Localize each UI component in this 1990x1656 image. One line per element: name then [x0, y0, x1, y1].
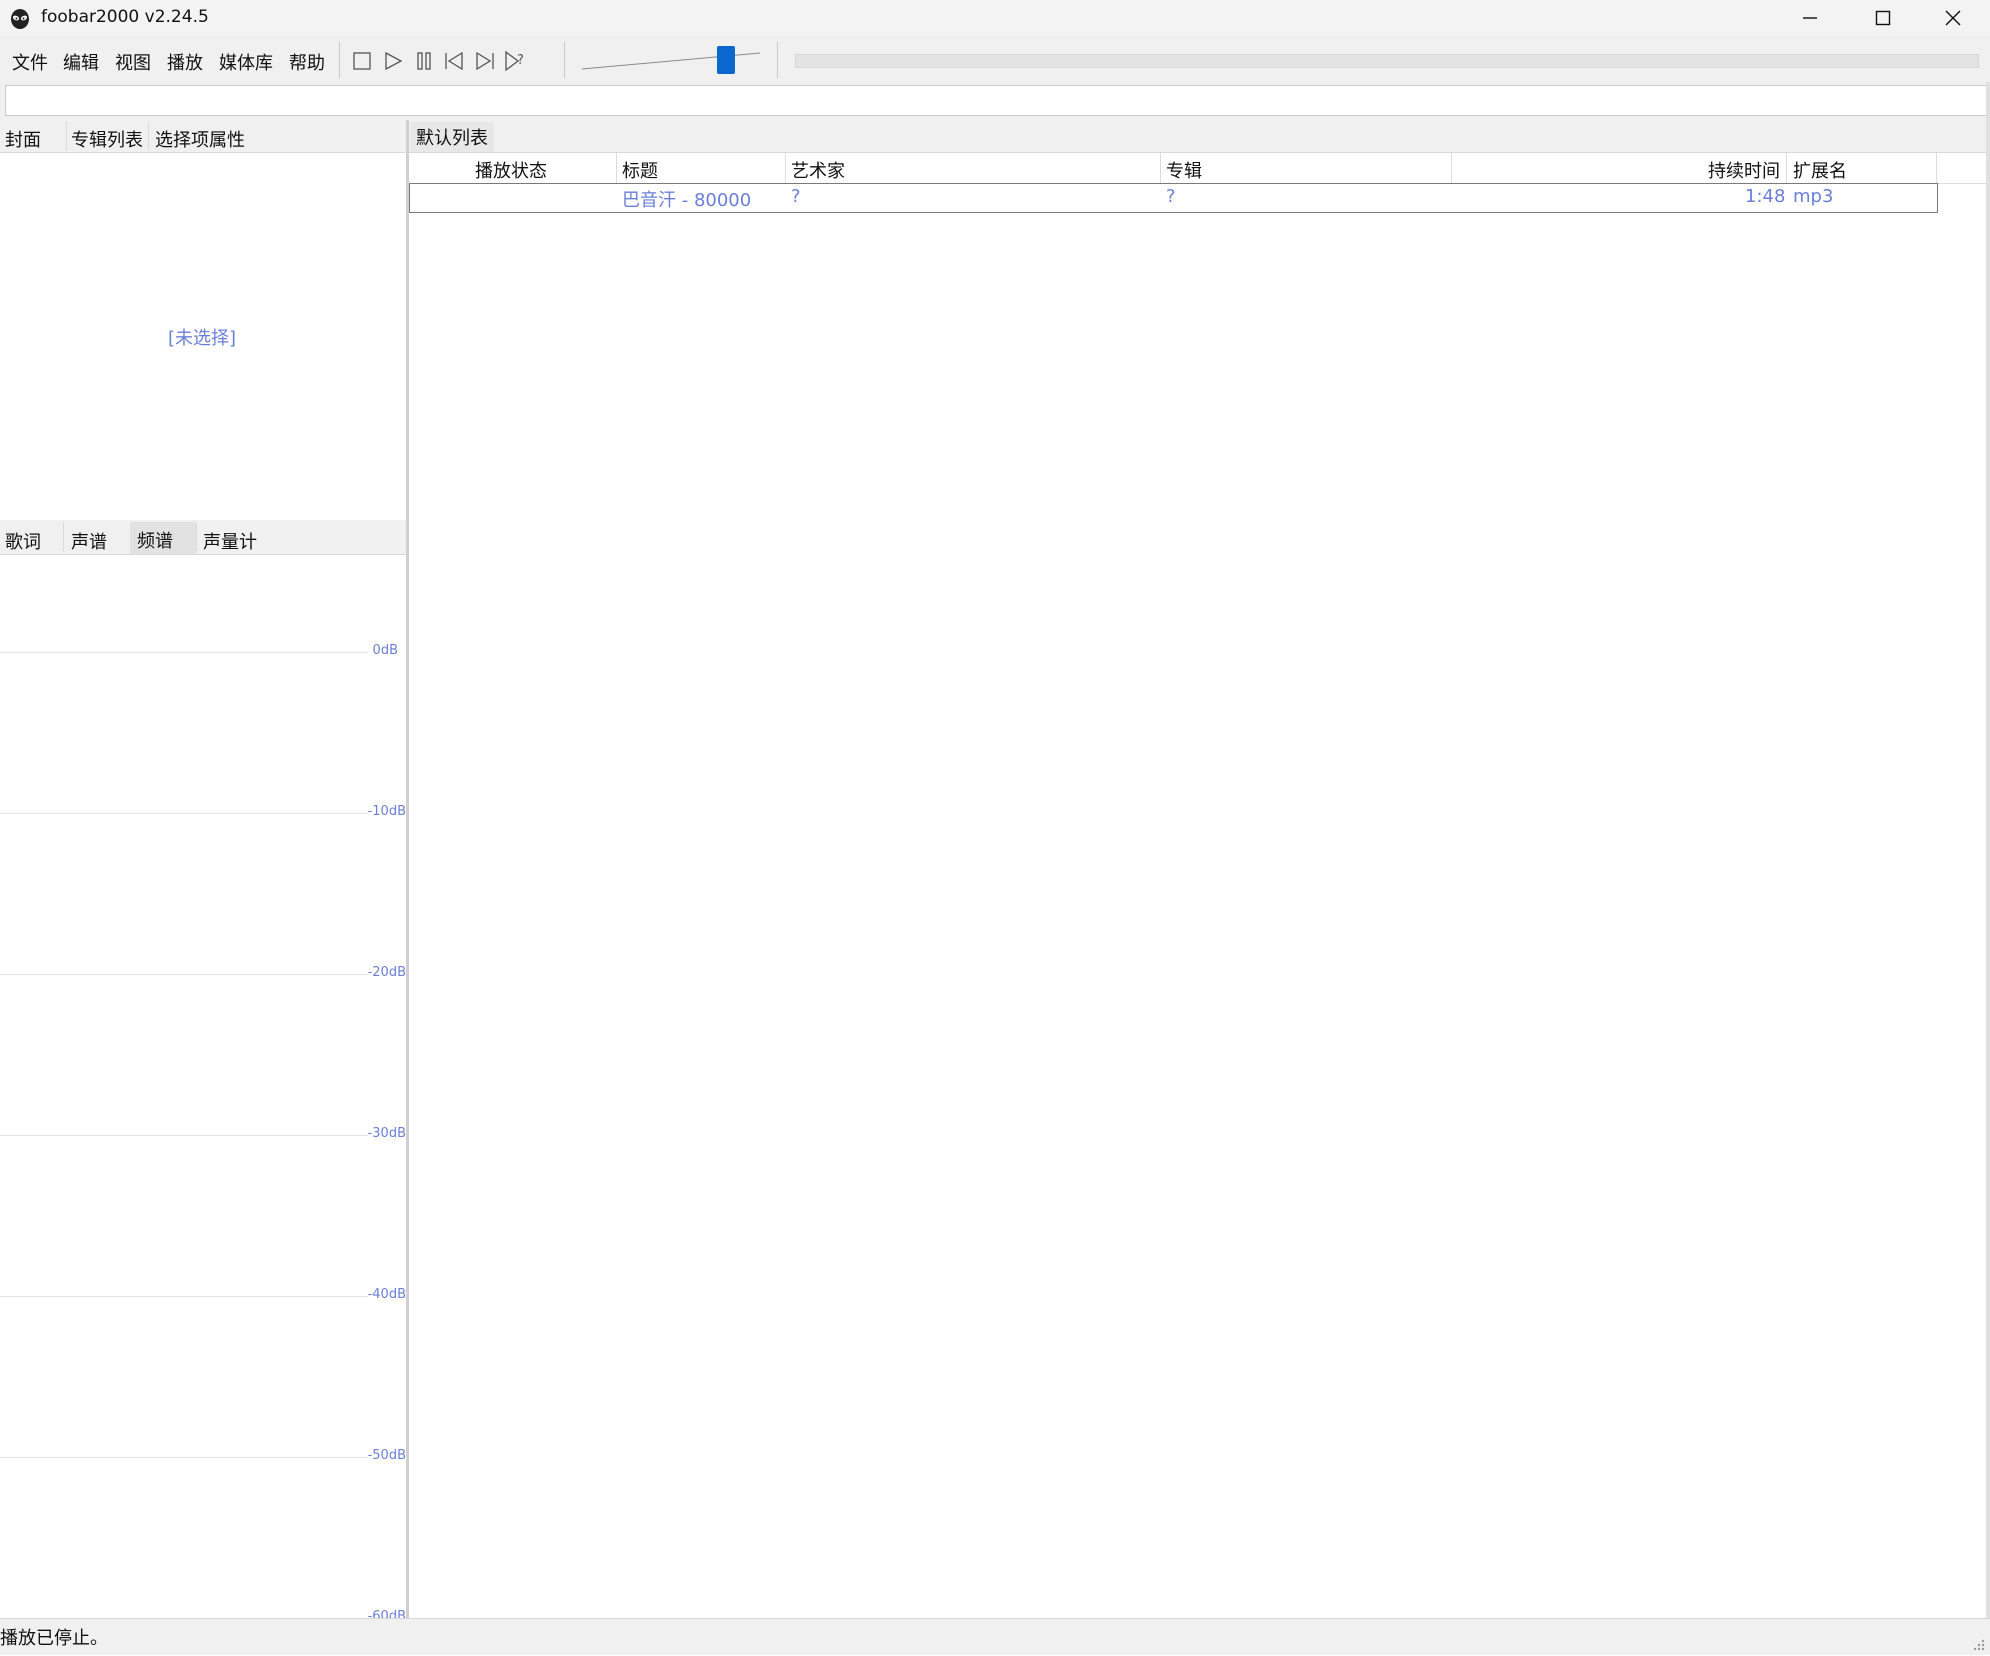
title-bar	[0, 0, 1990, 36]
column-separator[interactable]	[1786, 153, 1787, 183]
menu-library[interactable]: 媒体库	[219, 49, 273, 75]
menu-view[interactable]: 视图	[115, 49, 151, 75]
cell-title: 巴音汗 - 80000	[622, 190, 752, 211]
column-separator[interactable]	[785, 153, 786, 183]
toolbar-separator	[777, 42, 778, 78]
column-separator[interactable]	[1936, 153, 1937, 183]
tab-lyrics[interactable]: 歌词	[5, 528, 41, 554]
menu-help[interactable]: 帮助	[289, 49, 325, 75]
db-gridline	[0, 974, 368, 975]
no-selection-text: [未选择]	[168, 328, 237, 349]
pause-icon	[417, 52, 431, 70]
tab-album-list[interactable]: 专辑列表	[71, 126, 143, 152]
db-label: -10dB	[367, 804, 406, 819]
db-label: 0dB	[372, 643, 398, 658]
minimize-button[interactable]	[1775, 0, 1845, 36]
db-gridline	[0, 813, 368, 814]
cell-artist: ?	[791, 186, 801, 207]
menu-playback[interactable]: 播放	[167, 49, 203, 75]
next-icon	[476, 51, 494, 71]
random-icon: ?	[505, 50, 524, 72]
cell-album: ?	[1166, 186, 1176, 207]
db-gridline	[0, 1296, 368, 1297]
close-button[interactable]	[1918, 0, 1988, 36]
resize-grip-icon[interactable]	[1968, 1634, 1986, 1652]
column-artist[interactable]: 艺术家	[791, 157, 845, 183]
column-playback-status[interactable]: 播放状态	[475, 157, 547, 183]
db-label: -60dB	[367, 1609, 406, 1618]
close-icon	[1945, 10, 1961, 26]
toolbar-separator	[564, 42, 565, 78]
previous-button[interactable]	[441, 48, 467, 74]
tab-selection-properties[interactable]: 选择项属性	[155, 126, 245, 152]
playlist-tabbar	[409, 120, 1990, 153]
minimize-icon	[1803, 17, 1817, 19]
tab-divider	[66, 122, 67, 150]
tab-divider	[148, 122, 149, 150]
status-text: 播放已停止。	[0, 1628, 108, 1649]
svg-text:?: ?	[517, 53, 524, 68]
column-separator[interactable]	[616, 153, 617, 183]
previous-icon	[445, 51, 463, 71]
tab-spectrogram[interactable]: 声谱	[71, 528, 107, 554]
playlist-body[interactable]	[409, 212, 1990, 1618]
db-label: -40dB	[367, 1287, 406, 1302]
stop-button[interactable]	[349, 48, 375, 74]
cell-duration: 1:48	[1745, 186, 1786, 207]
tab-cover[interactable]: 封面	[5, 126, 41, 152]
maximize-button[interactable]	[1848, 0, 1918, 36]
db-gridline	[0, 652, 368, 653]
random-button[interactable]: ?	[503, 48, 529, 74]
column-duration[interactable]: 持续时间	[1708, 157, 1780, 183]
window-title: foobar2000 v2.24.5	[41, 7, 209, 27]
tab-divider	[196, 523, 197, 551]
column-title[interactable]: 标题	[622, 157, 658, 183]
db-gridline	[0, 1135, 368, 1136]
spectrum-panel: 0dB -10dB -20dB -30dB -40dB -50dB -60dB	[0, 555, 406, 1618]
seek-bar[interactable]	[795, 54, 1979, 68]
toolbar-separator	[339, 42, 340, 78]
stop-icon	[353, 52, 371, 70]
status-bar	[0, 1618, 1990, 1655]
foobar-alien-icon	[8, 6, 32, 30]
play-icon	[385, 51, 403, 71]
column-separator[interactable]	[1451, 153, 1452, 183]
db-label: -30dB	[367, 1126, 406, 1141]
menu-edit[interactable]: 编辑	[63, 49, 99, 75]
next-button[interactable]	[472, 48, 498, 74]
playlist-tab-label: 默认列表	[416, 128, 488, 149]
db-gridline	[0, 1457, 368, 1458]
column-separator[interactable]	[1160, 153, 1161, 183]
db-label: -20dB	[367, 965, 406, 980]
tab-spectrum[interactable]: 频谱	[137, 527, 173, 553]
play-button[interactable]	[380, 48, 406, 74]
volume-slider-thumb[interactable]	[717, 46, 735, 74]
pause-button[interactable]	[411, 48, 437, 74]
tab-divider	[63, 523, 64, 551]
cell-extension: mp3	[1793, 186, 1834, 207]
window-right-edge	[1986, 82, 1990, 1618]
volume-slider-track[interactable]	[582, 50, 762, 72]
db-label: -50dB	[367, 1448, 406, 1463]
column-extension[interactable]: 扩展名	[1793, 157, 1847, 183]
maximize-icon	[1875, 10, 1891, 26]
menu-file[interactable]: 文件	[12, 49, 48, 75]
column-album[interactable]: 专辑	[1166, 157, 1202, 183]
search-input[interactable]	[5, 85, 1990, 116]
tab-vu-meter[interactable]: 声量计	[203, 528, 257, 554]
